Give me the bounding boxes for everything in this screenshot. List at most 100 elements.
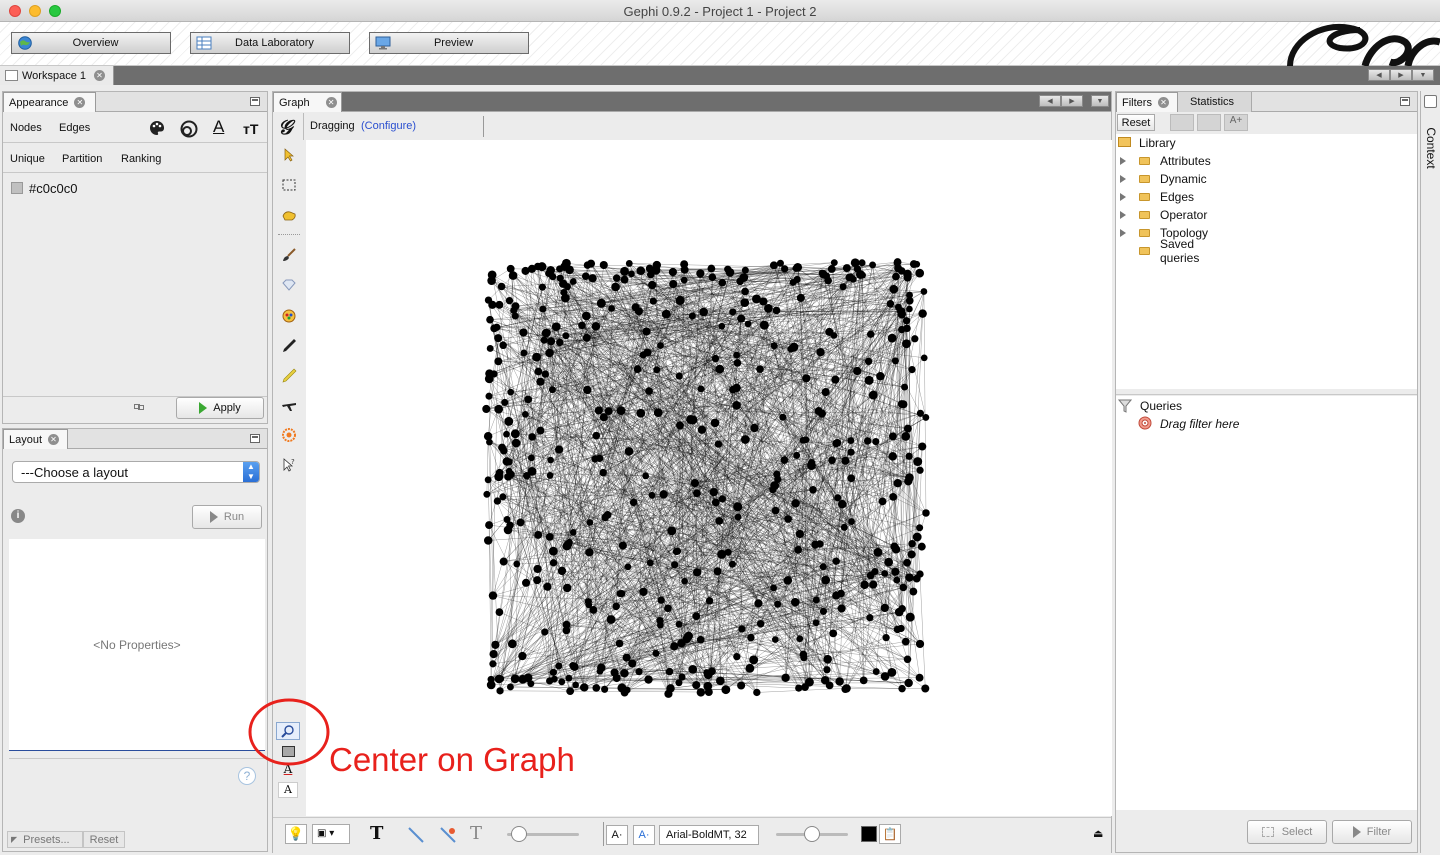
graph-node[interactable]	[560, 262, 569, 271]
graph-node[interactable]	[668, 267, 677, 277]
graph-node[interactable]	[634, 307, 643, 316]
graph-node[interactable]	[864, 375, 874, 385]
graph-node[interactable]	[671, 561, 679, 569]
graph-node[interactable]	[483, 536, 493, 545]
rectangle-select-icon[interactable]	[278, 174, 300, 196]
graph-node[interactable]	[745, 663, 755, 673]
tab-ranking[interactable]: Ranking	[121, 153, 161, 165]
graph-node[interactable]	[905, 296, 914, 305]
graph-node[interactable]	[578, 321, 586, 330]
clipboard-icon[interactable]: 📋	[879, 824, 901, 844]
graph-node[interactable]	[615, 639, 624, 648]
graph-node[interactable]	[821, 575, 831, 585]
graph-node[interactable]	[499, 493, 507, 501]
network-graph[interactable]	[306, 140, 1112, 816]
graph-node[interactable]	[528, 454, 535, 462]
graph-node[interactable]	[666, 684, 675, 693]
graph-node[interactable]	[549, 668, 558, 676]
configure-link[interactable]: (Configure)	[361, 120, 416, 132]
graph-node[interactable]	[507, 639, 517, 649]
graph-node[interactable]	[756, 365, 764, 373]
graph-node[interactable]	[781, 265, 789, 273]
graph-node[interactable]	[749, 655, 759, 665]
graph-node[interactable]	[692, 681, 701, 690]
graph-node[interactable]	[714, 440, 723, 448]
graph-node[interactable]	[859, 271, 866, 279]
graph-node[interactable]	[728, 560, 736, 568]
graph-node[interactable]	[629, 498, 638, 507]
graph-node[interactable]	[601, 513, 609, 522]
graph-node[interactable]	[547, 337, 556, 346]
graph-node[interactable]	[543, 582, 552, 591]
graph-node[interactable]	[642, 472, 650, 480]
graph-node[interactable]	[636, 266, 646, 275]
graph-node[interactable]	[793, 451, 801, 459]
dropdown-icon[interactable]: ▼	[1091, 95, 1109, 107]
graph-node[interactable]	[693, 489, 701, 498]
graph-node[interactable]	[752, 294, 761, 304]
graph-node[interactable]	[664, 604, 672, 613]
graph-node[interactable]	[518, 651, 527, 661]
graph-node[interactable]	[841, 456, 850, 465]
graph-node[interactable]	[918, 442, 927, 451]
info-icon[interactable]: i	[11, 509, 25, 523]
graph-node[interactable]	[880, 603, 889, 613]
graph-node[interactable]	[904, 477, 913, 486]
graph-node[interactable]	[920, 288, 928, 295]
graph-node[interactable]	[741, 266, 749, 274]
graph-node[interactable]	[532, 352, 541, 362]
graph-node[interactable]	[488, 300, 497, 309]
graph-node[interactable]	[649, 297, 657, 305]
graph-node[interactable]	[511, 438, 521, 448]
graph-node[interactable]	[903, 655, 912, 664]
run-button[interactable]: Run	[192, 505, 262, 529]
graph-node[interactable]	[503, 516, 511, 524]
graph-node[interactable]	[832, 439, 840, 448]
graph-node[interactable]	[646, 559, 654, 567]
graph-node[interactable]	[771, 506, 780, 515]
graph-node[interactable]	[878, 497, 887, 506]
apply-button[interactable]: Apply	[176, 397, 264, 419]
graph-node[interactable]	[644, 675, 653, 684]
tab-layout[interactable]: Layout ✕	[3, 429, 68, 449]
graph-node[interactable]	[580, 683, 588, 692]
graph-node[interactable]	[537, 262, 547, 272]
graph-node[interactable]	[546, 677, 554, 685]
graph-node[interactable]	[504, 416, 514, 426]
graph-node[interactable]	[510, 674, 520, 684]
layout-select[interactable]: ---Choose a layout ▲ ▼	[12, 461, 260, 483]
graph-node[interactable]	[501, 398, 509, 407]
graph-node[interactable]	[703, 669, 711, 676]
graph-node[interactable]	[485, 392, 493, 400]
graph-node[interactable]	[595, 454, 604, 463]
graph-node[interactable]	[893, 576, 901, 584]
scroll-right-icon[interactable]: ▶	[1390, 69, 1412, 81]
graph-node[interactable]	[562, 626, 571, 635]
graph-node[interactable]	[834, 494, 842, 502]
graph-node[interactable]	[508, 271, 518, 280]
edge-pencil-icon[interactable]	[278, 364, 300, 386]
graph-node[interactable]	[547, 456, 554, 464]
graph-node[interactable]	[696, 635, 705, 644]
help-cursor-icon[interactable]: ?	[278, 454, 300, 476]
help-icon[interactable]: ?	[238, 767, 256, 785]
graph-node[interactable]	[821, 387, 830, 397]
graph-node[interactable]	[790, 597, 800, 607]
graph-node[interactable]	[516, 518, 525, 527]
graph-node[interactable]	[835, 677, 844, 686]
tab-graph[interactable]: Graph ✕	[273, 92, 342, 112]
graph-node[interactable]	[889, 492, 898, 501]
graph-node[interactable]	[864, 357, 873, 365]
graph-node[interactable]	[601, 685, 609, 693]
graph-node[interactable]	[832, 591, 841, 600]
graph-node[interactable]	[628, 659, 637, 668]
graph-node[interactable]	[499, 341, 507, 350]
graph-node[interactable]	[756, 620, 765, 628]
graph-node[interactable]	[892, 272, 900, 281]
graph-node[interactable]	[606, 615, 616, 624]
graph-node[interactable]	[503, 525, 513, 535]
graph-node[interactable]	[667, 526, 677, 536]
graph-node[interactable]	[799, 436, 807, 444]
node-label-font-icon[interactable]: A·	[606, 825, 628, 845]
graph-node[interactable]	[653, 366, 661, 374]
